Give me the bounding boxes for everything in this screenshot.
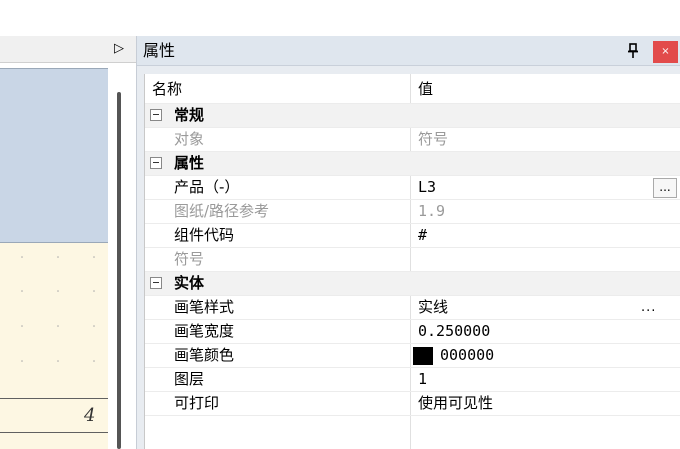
property-row-product[interactable]: 产品（-） L3 ...: [145, 176, 680, 200]
property-value[interactable]: L3: [418, 176, 436, 199]
property-name: 组件代码: [174, 226, 235, 244]
category-label: 实体: [174, 274, 205, 292]
pin-icon[interactable]: [626, 43, 640, 59]
property-row-symbol[interactable]: 符号: [145, 248, 680, 272]
property-name: 可打印: [174, 394, 220, 412]
property-row-layer[interactable]: 图层 1: [145, 368, 680, 392]
property-name: 产品（-）: [174, 178, 240, 196]
property-value[interactable]: 000000: [440, 344, 494, 367]
browse-button[interactable]: ...: [653, 178, 677, 198]
canvas-line: [0, 398, 108, 399]
property-row-object[interactable]: 对象 符号: [145, 128, 680, 152]
property-value[interactable]: 0.250000: [418, 320, 490, 343]
property-row-printable[interactable]: 可打印 使用可见性: [145, 392, 680, 416]
property-grid-header: 名称 值: [145, 75, 680, 104]
property-row-pen-width[interactable]: 画笔宽度 0.250000: [145, 320, 680, 344]
property-value[interactable]: 使用可见性: [418, 392, 493, 415]
property-name: 对象: [174, 130, 205, 148]
property-name: 符号: [174, 250, 205, 268]
category-general[interactable]: 常规: [145, 104, 680, 128]
property-row-pen-style[interactable]: 画笔样式 实线 ...: [145, 296, 680, 320]
color-swatch[interactable]: [413, 347, 433, 365]
collapse-icon[interactable]: [150, 109, 162, 121]
triangle-right-icon[interactable]: ▷: [112, 40, 126, 58]
column-header-name[interactable]: 名称: [152, 75, 182, 103]
property-row-drawing-reference[interactable]: 图纸/路径参考 1.9: [145, 200, 680, 224]
panel-title: 属性: [143, 41, 176, 60]
collapse-icon[interactable]: [150, 277, 162, 289]
category-properties[interactable]: 属性: [145, 152, 680, 176]
property-name: 画笔样式: [174, 298, 235, 316]
property-row-pen-color[interactable]: 画笔颜色 000000: [145, 344, 680, 368]
close-button[interactable]: ×: [653, 41, 678, 63]
canvas-line: [0, 432, 108, 433]
canvas-label: 4: [84, 405, 96, 426]
property-name: 画笔颜色: [174, 346, 235, 364]
collapse-icon[interactable]: [150, 157, 162, 169]
property-name: 图纸/路径参考: [174, 202, 270, 220]
canvas-grid-dots: [21, 256, 95, 362]
property-row-component-code[interactable]: 组件代码 #: [145, 224, 680, 248]
property-value: 符号: [418, 130, 449, 148]
drawing-area-blue: [0, 68, 108, 243]
category-entity[interactable]: 实体: [145, 272, 680, 296]
more-options-button[interactable]: ...: [641, 296, 656, 319]
vertical-scrollbar[interactable]: [117, 92, 121, 449]
property-value: 1.9: [418, 202, 446, 220]
close-icon: ×: [661, 46, 670, 57]
property-value[interactable]: 实线: [418, 296, 448, 319]
category-label: 属性: [174, 154, 205, 172]
property-value[interactable]: #: [418, 224, 427, 247]
column-header-value[interactable]: 值: [418, 75, 433, 103]
property-value[interactable]: 1: [418, 368, 427, 391]
category-label: 常规: [174, 106, 205, 124]
property-name: 画笔宽度: [174, 322, 235, 340]
property-name: 图层: [174, 370, 205, 388]
